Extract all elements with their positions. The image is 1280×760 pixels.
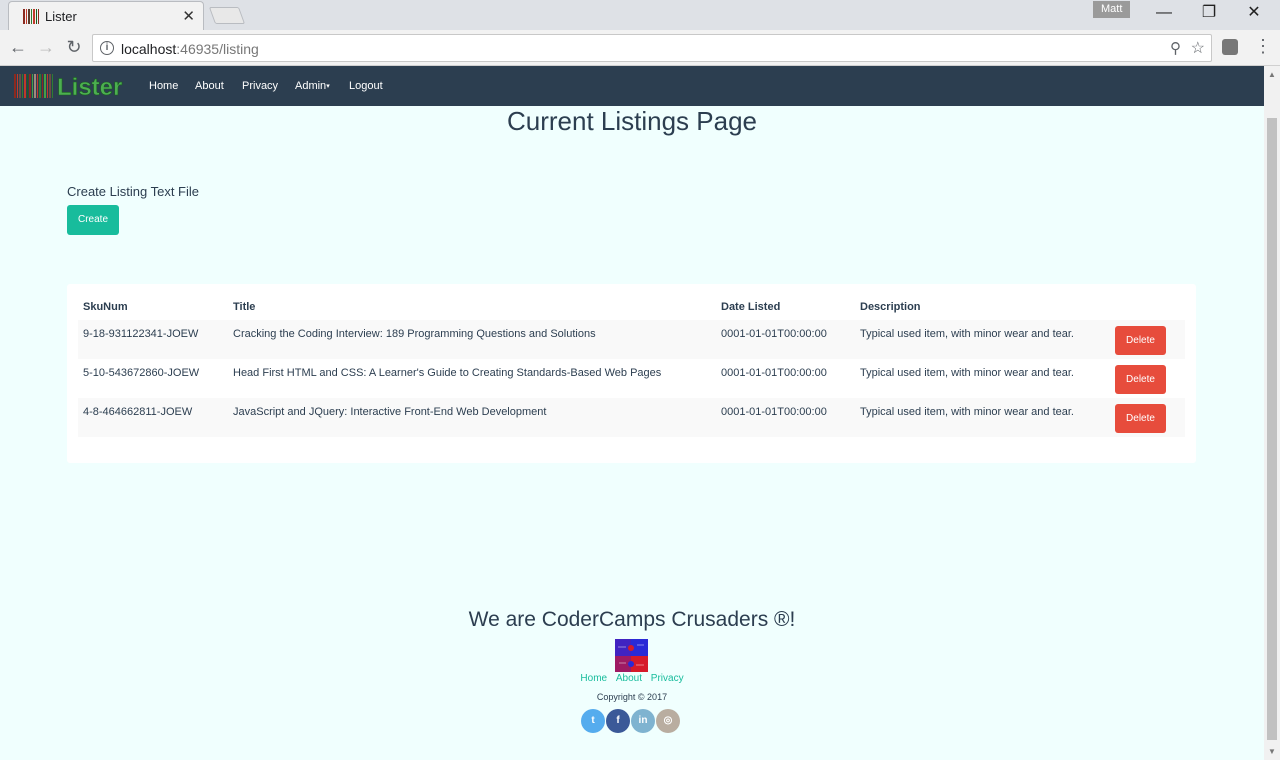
instagram-icon[interactable]: ◎ bbox=[656, 709, 680, 733]
footer-title: We are CoderCamps Crusaders ®! bbox=[468, 608, 796, 631]
restore-icon[interactable]: ❐ bbox=[1187, 2, 1231, 26]
browser-tab[interactable]: Lister ✕ bbox=[8, 1, 204, 30]
url-text: localhost:46935/listing bbox=[121, 41, 259, 57]
close-window-icon[interactable]: ✕ bbox=[1232, 2, 1276, 26]
column-header-title: Title bbox=[233, 301, 256, 313]
forward-arrow-icon[interactable]: → bbox=[34, 36, 58, 60]
minimize-icon[interactable]: — bbox=[1142, 2, 1186, 26]
twitter-icon[interactable]: t bbox=[581, 709, 605, 733]
url-host: localhost bbox=[121, 41, 177, 57]
column-header-skunum: SkuNum bbox=[83, 301, 128, 313]
cell-title: JavaScript and JQuery: Interactive Front… bbox=[233, 406, 547, 418]
scroll-thumb[interactable] bbox=[1267, 118, 1277, 740]
barcode-favicon-icon bbox=[23, 9, 39, 24]
browser-toolbar: ← → ↻ i localhost:46935/listing ⚲ ☆ ⋮ bbox=[0, 30, 1280, 66]
page-scrollbar[interactable]: ▲ ▼ bbox=[1264, 66, 1280, 760]
lister-logo[interactable]: Lister bbox=[14, 72, 132, 102]
cell-sku: 4-8-464662811-JOEW bbox=[83, 406, 193, 418]
new-tab-button[interactable] bbox=[208, 7, 246, 24]
svg-text:Lister: Lister bbox=[57, 74, 122, 101]
cell-description: Typical used item, with minor wear and t… bbox=[860, 406, 1074, 418]
footer-links: Home About Privacy bbox=[0, 673, 1264, 684]
column-header-description: Description bbox=[860, 301, 921, 313]
cell-date: 0001-01-01T00:00:00 bbox=[721, 367, 827, 379]
cell-description: Typical used item, with minor wear and t… bbox=[860, 367, 1074, 379]
browser-menu-icon[interactable]: ⋮ bbox=[1254, 36, 1272, 57]
profile-badge[interactable]: Matt bbox=[1093, 1, 1131, 18]
facebook-icon[interactable]: f bbox=[606, 709, 630, 733]
delete-button[interactable]: Delete bbox=[1115, 365, 1166, 394]
delete-button[interactable]: Delete bbox=[1115, 404, 1166, 433]
cell-sku: 9-18-931122341-JOEW bbox=[83, 328, 199, 340]
address-bar[interactable]: i localhost:46935/listing ⚲ ☆ bbox=[92, 34, 1212, 62]
scroll-down-arrow-icon[interactable]: ▼ bbox=[1268, 747, 1276, 756]
nav-admin-dropdown[interactable]: Admin▾ bbox=[295, 80, 330, 92]
column-header-date-listed: Date Listed bbox=[721, 301, 781, 313]
create-button[interactable]: Create bbox=[67, 205, 119, 235]
zoom-icon[interactable]: ⚲ bbox=[1170, 39, 1181, 57]
copyright-text: Copyright © 2017 bbox=[596, 692, 668, 702]
table-row: 9-18-931122341-JOEW Cracking the Coding … bbox=[78, 320, 1185, 359]
nav-about[interactable]: About bbox=[195, 80, 224, 92]
reload-icon[interactable]: ↻ bbox=[62, 36, 86, 60]
codercamps-puzzle-logo bbox=[615, 639, 648, 672]
cell-description: Typical used item, with minor wear and t… bbox=[860, 328, 1074, 340]
nav-admin-label: Admin bbox=[295, 80, 327, 92]
cell-date: 0001-01-01T00:00:00 bbox=[721, 328, 827, 340]
cell-title: Head First HTML and CSS: A Learner's Gui… bbox=[233, 367, 662, 379]
cell-date: 0001-01-01T00:00:00 bbox=[721, 406, 827, 418]
listings-table: SkuNum Title Date Listed Description 9-1… bbox=[67, 284, 1196, 463]
url-path: :46935/listing bbox=[176, 41, 259, 57]
info-icon[interactable]: i bbox=[100, 41, 114, 55]
delete-button[interactable]: Delete bbox=[1115, 326, 1166, 355]
browser-tab-bar: Lister ✕ Matt — ❐ ✕ bbox=[0, 0, 1280, 30]
extension-icon[interactable] bbox=[1222, 39, 1238, 55]
bookmark-star-icon[interactable]: ☆ bbox=[1191, 38, 1205, 58]
linkedin-icon[interactable]: in bbox=[631, 709, 655, 733]
create-listing-label: Create Listing Text File bbox=[67, 184, 199, 199]
caret-down-icon: ▾ bbox=[326, 83, 330, 91]
nav-privacy[interactable]: Privacy bbox=[242, 80, 278, 92]
footer-link-home[interactable]: Home bbox=[580, 673, 607, 684]
cell-sku: 5-10-543672860-JOEW bbox=[83, 367, 200, 379]
scroll-up-arrow-icon[interactable]: ▲ bbox=[1268, 70, 1276, 79]
tab-title: Lister bbox=[45, 9, 77, 24]
table-row: 4-8-464662811-JOEW JavaScript and JQuery… bbox=[78, 398, 1185, 437]
tab-close-icon[interactable]: ✕ bbox=[182, 7, 195, 25]
footer-link-privacy[interactable]: Privacy bbox=[651, 673, 684, 684]
footer-link-about[interactable]: About bbox=[616, 673, 642, 684]
site-navbar: Lister Home About Privacy Admin▾ Logout bbox=[0, 66, 1264, 106]
back-arrow-icon[interactable]: ← bbox=[6, 36, 30, 60]
page-title: Current Listings Page bbox=[506, 106, 758, 136]
nav-logout[interactable]: Logout bbox=[349, 80, 383, 92]
table-row: 5-10-543672860-JOEW Head First HTML and … bbox=[78, 359, 1185, 398]
page-viewport: Lister Home About Privacy Admin▾ Logout … bbox=[0, 66, 1264, 760]
cell-title: Cracking the Coding Interview: 189 Progr… bbox=[233, 328, 596, 340]
nav-home[interactable]: Home bbox=[149, 80, 178, 92]
